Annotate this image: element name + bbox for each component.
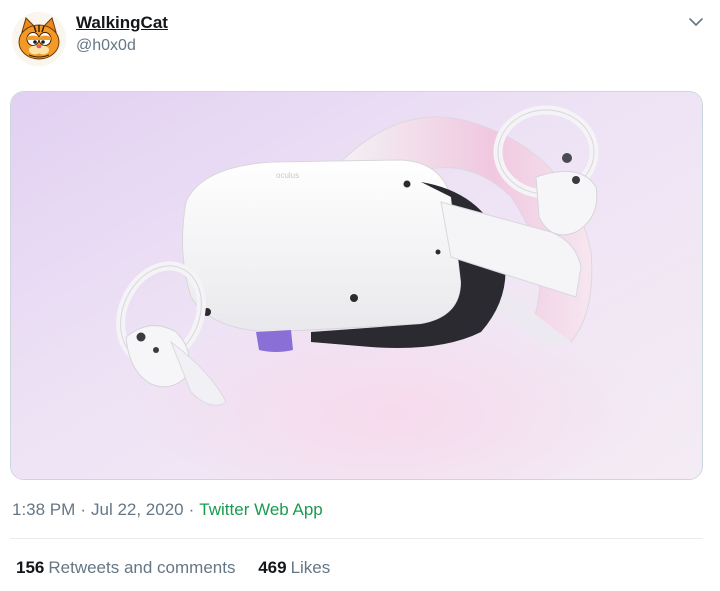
tweet-time[interactable]: 1:38 PM xyxy=(12,500,75,519)
chevron-down-icon[interactable] xyxy=(686,14,706,30)
tweet-header: WalkingCat @h0x0d xyxy=(0,0,720,80)
tweet-date[interactable]: Jul 22, 2020 xyxy=(91,500,184,519)
oculus-logo: oculus xyxy=(276,171,299,180)
display-name[interactable]: WalkingCat xyxy=(76,12,168,34)
engagement-stats: 156 Retweets and comments 469 Likes xyxy=(16,556,348,580)
divider xyxy=(10,538,703,539)
tweet-image[interactable]: oculus xyxy=(10,91,703,480)
cat-avatar-icon xyxy=(12,12,66,66)
likes-label: Likes xyxy=(290,558,331,577)
retweets-stat[interactable]: 156 Retweets and comments xyxy=(16,556,235,580)
meta-separator: · xyxy=(188,500,195,519)
meta-separator: · xyxy=(80,500,86,519)
source-app-link[interactable]: Twitter Web App xyxy=(199,500,322,519)
user-handle: @h0x0d xyxy=(76,37,136,54)
avatar[interactable] xyxy=(12,12,66,66)
retweets-count: 156 xyxy=(16,558,45,577)
tweet-meta: 1:38 PM · Jul 22, 2020 · Twitter Web App xyxy=(12,498,323,522)
likes-count: 469 xyxy=(258,558,287,577)
user-info: WalkingCat @h0x0d xyxy=(76,12,168,57)
retweets-label: Retweets and comments xyxy=(48,558,236,577)
likes-stat[interactable]: 469 Likes xyxy=(258,556,330,580)
